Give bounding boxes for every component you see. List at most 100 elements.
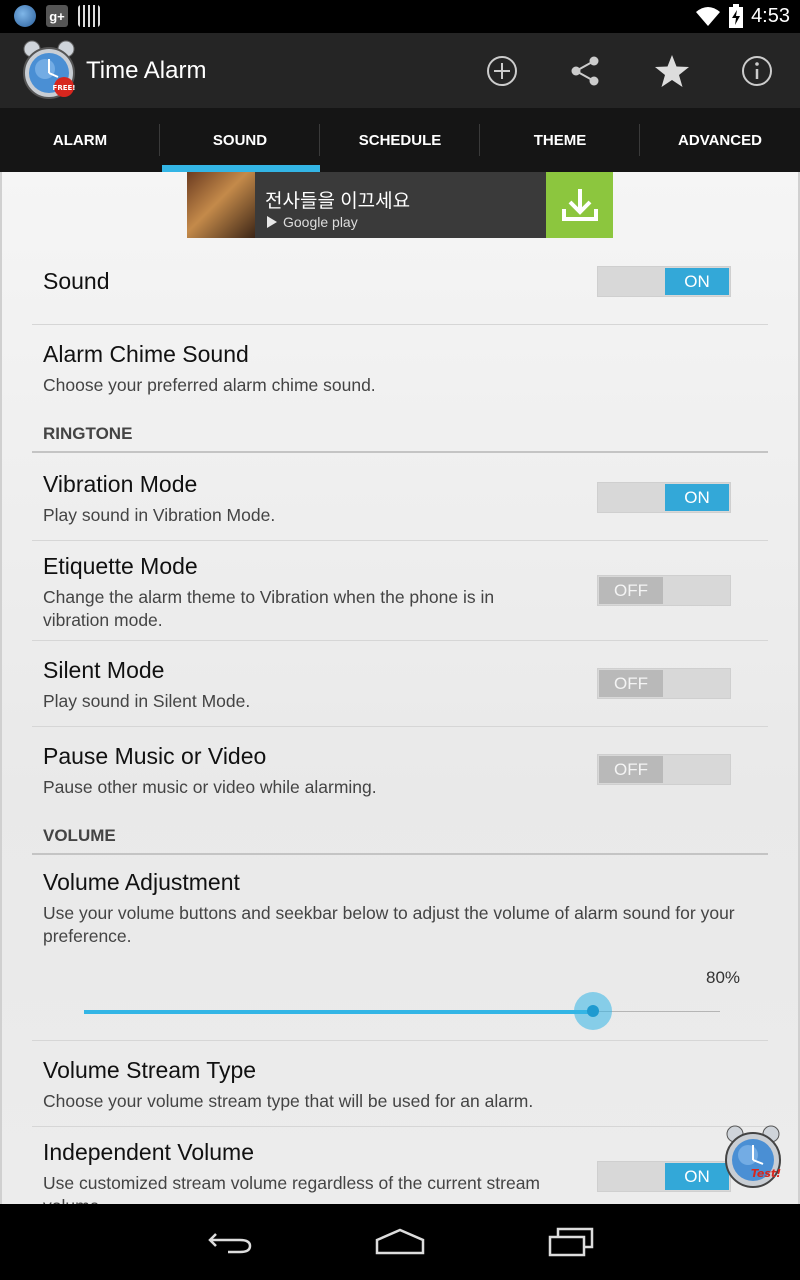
download-icon: [561, 189, 598, 221]
google-plus-icon: g+: [46, 5, 68, 27]
divider: [32, 324, 768, 325]
wifi-icon: [696, 7, 721, 26]
etiquette-mode-toggle[interactable]: OFF: [597, 575, 731, 606]
status-icons: 4:53: [695, 4, 790, 28]
silent-mode-toggle[interactable]: OFF: [597, 668, 731, 699]
share-button[interactable]: [565, 51, 605, 91]
tab-label: THEME: [533, 131, 587, 149]
setting-title: Pause Music or Video: [43, 743, 267, 769]
toggle-state: ON: [665, 484, 729, 511]
tab-theme[interactable]: THEME: [480, 108, 640, 172]
info-button[interactable]: [737, 51, 777, 91]
tab-label: ADVANCED: [678, 131, 762, 149]
toggle-state: OFF: [599, 577, 663, 604]
setting-title: Volume Stream Type: [43, 1057, 257, 1083]
setting-silent-mode[interactable]: Silent Mode Play sound in Silent Mode.: [43, 657, 250, 713]
logo-badge: FREE!: [53, 84, 76, 92]
setting-title: Etiquette Mode: [43, 553, 198, 579]
tab-label: SOUND: [212, 131, 268, 149]
left-edge: [0, 172, 2, 1204]
independent-volume-toggle[interactable]: ON: [597, 1161, 731, 1192]
tab-advanced[interactable]: ADVANCED: [640, 108, 800, 172]
star-icon: [655, 55, 689, 87]
notification-icons: g+: [14, 5, 100, 27]
tab-alarm[interactable]: ALARM: [0, 108, 160, 172]
back-icon: [208, 1233, 252, 1254]
back-button[interactable]: [200, 1224, 260, 1260]
setting-pause-music-or-video[interactable]: Pause Music or Video Pause other music o…: [43, 743, 377, 799]
setting-sound[interactable]: Sound: [43, 268, 110, 295]
action-bar: FREE! Time Alarm: [0, 33, 800, 108]
recent-apps-button[interactable]: [541, 1224, 601, 1260]
tab-schedule[interactable]: SCHEDULE: [320, 108, 480, 172]
active-tab-indicator: [162, 165, 320, 172]
recent-apps-icon: [548, 1227, 594, 1257]
toggle-state: ON: [665, 1163, 729, 1190]
setting-title: Independent Volume: [43, 1139, 255, 1165]
setting-title: Sound: [43, 268, 110, 294]
seekbar-progress: [84, 1010, 593, 1014]
google-play-icon: [267, 216, 277, 228]
setting-title: Alarm Chime Sound: [43, 341, 249, 367]
ad-download-button[interactable]: [546, 172, 613, 238]
sound-toggle[interactable]: ON: [597, 266, 731, 297]
favorite-button[interactable]: [652, 51, 692, 91]
status-bar: g+ 4:53: [0, 0, 800, 33]
test-badge: Test!: [751, 1167, 781, 1180]
vibration-mode-toggle[interactable]: ON: [597, 482, 731, 513]
section-divider: [32, 853, 768, 855]
setting-title: Silent Mode: [43, 657, 165, 683]
divider: [32, 726, 768, 727]
info-icon: [742, 56, 772, 86]
divider: [32, 640, 768, 641]
divider: [32, 1040, 768, 1041]
setting-etiquette-mode[interactable]: Etiquette Mode Change the alarm theme to…: [43, 553, 553, 632]
volume-seekbar[interactable]: [84, 992, 720, 1030]
app-title: Time Alarm: [86, 57, 207, 84]
setting-independent-volume[interactable]: Independent Volume Use customized stream…: [43, 1139, 553, 1204]
toggle-state: ON: [665, 268, 729, 295]
home-button[interactable]: [370, 1224, 430, 1260]
app-logo: FREE!: [20, 39, 78, 101]
section-header-volume: VOLUME: [43, 826, 116, 845]
ad-image: [187, 172, 255, 238]
setting-alarm-chime-sound[interactable]: Alarm Chime Sound Choose your preferred …: [43, 341, 376, 397]
setting-subtitle: Pause other music or video while alarmin…: [43, 777, 377, 797]
google-play-label: Google play: [265, 214, 358, 230]
toggle-state: OFF: [599, 756, 663, 783]
setting-subtitle: Choose your volume stream type that will…: [43, 1091, 534, 1111]
setting-volume-adjustment: Volume Adjustment Use your volume button…: [43, 869, 753, 948]
ad-banner[interactable]: 전사들을 이끄세요 Google play: [187, 172, 613, 238]
clock: 4:53: [751, 4, 790, 27]
ad-text: 전사들을 이끄세요: [265, 191, 411, 212]
setting-subtitle: Choose your preferred alarm chime sound.: [43, 375, 376, 395]
setting-subtitle: Change the alarm theme to Vibration when…: [43, 587, 495, 630]
seekbar-thumb[interactable]: [574, 992, 612, 1030]
pause-music-toggle[interactable]: OFF: [597, 754, 731, 785]
volume-percent: 80%: [706, 968, 741, 987]
navigation-bar: [0, 1204, 800, 1280]
section-header-ringtone: RINGTONE: [43, 424, 133, 443]
setting-subtitle: Use customized stream volume regardless …: [43, 1173, 540, 1204]
add-button[interactable]: [482, 51, 522, 91]
settings-list[interactable]: 전사들을 이끄세요 Google play Sound ON Alarm Chi…: [0, 172, 800, 1204]
home-icon: [375, 1228, 425, 1255]
ad-store: Google play: [283, 214, 358, 230]
setting-vibration-mode[interactable]: Vibration Mode Play sound in Vibration M…: [43, 471, 275, 527]
toggle-state: OFF: [599, 670, 663, 697]
divider: [32, 540, 768, 541]
setting-subtitle: Play sound in Vibration Mode.: [43, 505, 276, 525]
add-icon: [487, 56, 517, 86]
tab-label: ALARM: [52, 131, 108, 149]
section-divider: [32, 451, 768, 453]
divider: [32, 1126, 768, 1127]
floating-test-alarm-button[interactable]: Test!: [722, 1124, 784, 1190]
setting-volume-stream-type[interactable]: Volume Stream Type Choose your volume st…: [43, 1057, 533, 1113]
tab-sound[interactable]: SOUND: [160, 108, 320, 172]
time-alarm-app-icon: [14, 5, 36, 27]
tab-label: SCHEDULE: [358, 131, 442, 149]
barcode-icon: [78, 5, 100, 27]
battery-charging-icon: [729, 4, 744, 28]
tab-bar: ALARM SOUND SCHEDULE THEME ADVANCED: [0, 108, 800, 172]
share-icon: [571, 56, 599, 86]
